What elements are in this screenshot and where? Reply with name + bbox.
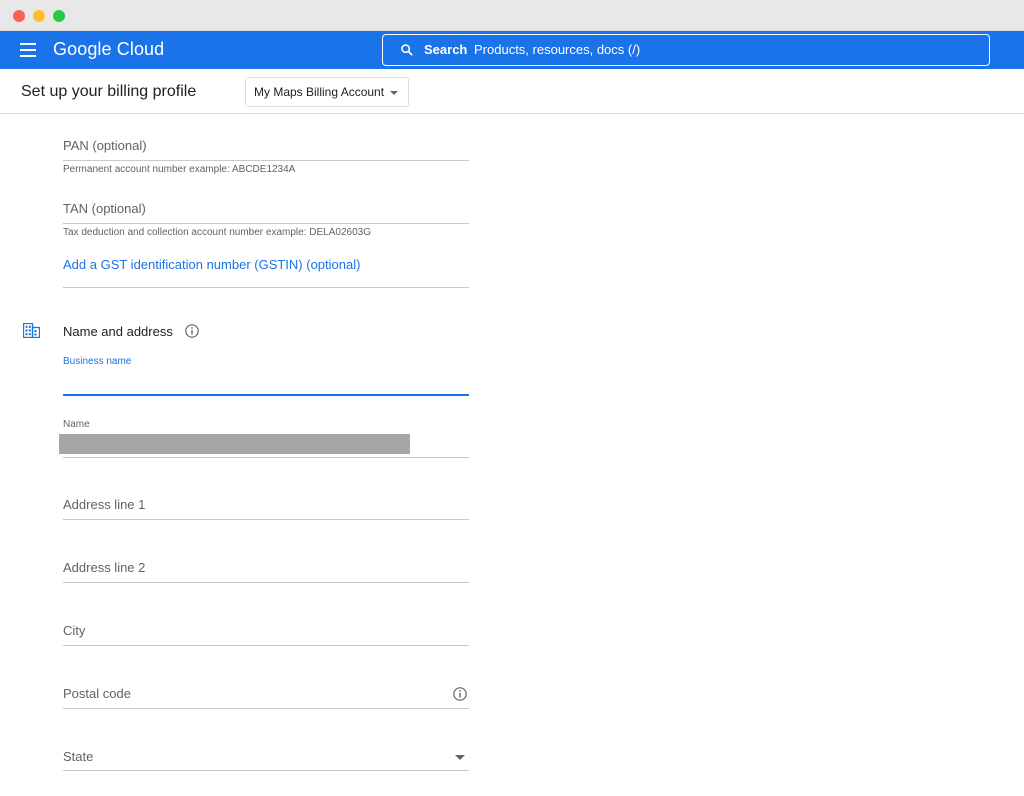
postal-code-info-icon[interactable] xyxy=(453,687,467,701)
redacted-name-value[interactable] xyxy=(59,434,410,454)
pan-helper-text: Permanent account number example: ABCDE1… xyxy=(63,164,296,175)
address-line-2-label: Address line 2 xyxy=(63,560,146,575)
billing-account-select[interactable]: My Maps Billing Account xyxy=(245,77,410,107)
city-field[interactable]: City xyxy=(63,623,469,646)
tan-label: TAN (optional) xyxy=(63,201,146,216)
state-select[interactable]: State xyxy=(63,749,469,771)
section-title-name-address: Name and address xyxy=(63,324,173,339)
pan-label: PAN (optional) xyxy=(63,138,147,153)
page-title: Set up your billing profile xyxy=(21,83,197,100)
chevron-down-icon xyxy=(390,90,399,95)
page-header: Set up your billing profile My Maps Bill… xyxy=(0,69,1024,114)
state-label: State xyxy=(63,749,94,764)
billing-account-value: My Maps Billing Account xyxy=(254,85,385,99)
section-divider xyxy=(63,287,469,288)
google-cloud-logo[interactable]: Google Cloud xyxy=(53,39,164,60)
postal-code-field[interactable]: Postal code xyxy=(63,686,469,709)
search-icon xyxy=(401,44,413,56)
search-placeholder: Products, resources, docs (/) xyxy=(474,42,641,57)
postal-code-label: Postal code xyxy=(63,686,131,701)
address-line-1-label: Address line 1 xyxy=(63,497,146,512)
maximize-window-button[interactable] xyxy=(53,10,65,22)
window-titlebar xyxy=(0,0,1024,31)
search-bar[interactable]: Search Products, resources, docs (/) xyxy=(382,34,990,66)
top-app-bar: Google Cloud Search Products, resources,… xyxy=(0,31,1024,69)
business-name-input[interactable]: Business name xyxy=(63,352,469,396)
info-icon[interactable] xyxy=(185,324,199,338)
chevron-down-icon xyxy=(455,755,465,760)
address-line-2-field[interactable]: Address line 2 xyxy=(63,560,469,583)
address-line-1-field[interactable]: Address line 1 xyxy=(63,497,469,520)
city-label: City xyxy=(63,623,86,638)
pan-field[interactable]: PAN (optional) xyxy=(63,138,469,161)
building-icon xyxy=(23,323,40,338)
search-label: Search xyxy=(424,42,468,57)
business-name-label: Business name xyxy=(63,356,132,367)
minimize-window-button[interactable] xyxy=(33,10,45,22)
name-field-underline xyxy=(63,457,469,458)
tan-helper-text: Tax deduction and collection account num… xyxy=(63,227,371,238)
tan-field[interactable]: TAN (optional) xyxy=(63,201,469,224)
hamburger-menu-icon[interactable] xyxy=(20,43,36,57)
name-label: Name xyxy=(63,419,90,430)
add-gstin-link[interactable]: Add a GST identification number (GSTIN) … xyxy=(63,257,360,272)
close-window-button[interactable] xyxy=(13,10,25,22)
